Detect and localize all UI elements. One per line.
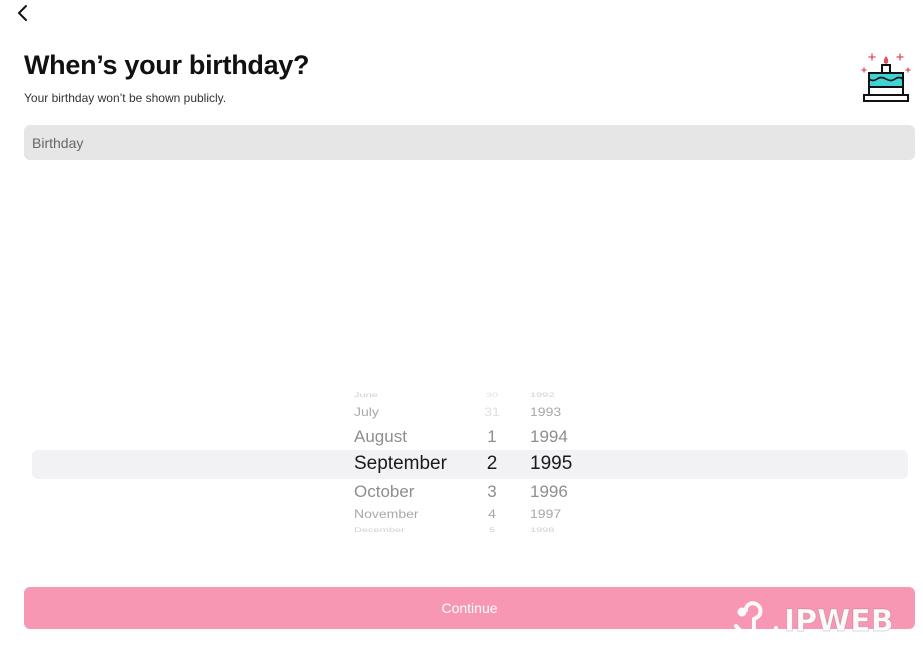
year-option[interactable]: 1992 — [530, 392, 554, 399]
birthday-cake-icon — [861, 53, 911, 102]
page-subtitle: Your birthday won’t be shown publicly. — [24, 91, 227, 105]
watermark: IPWEB — [728, 598, 894, 644]
month-option[interactable]: June — [354, 392, 378, 399]
month-option-selected[interactable]: September — [354, 454, 447, 473]
month-option[interactable]: November — [354, 508, 419, 520]
day-option[interactable]: 3 — [460, 483, 524, 500]
year-option[interactable]: 1998 — [530, 527, 554, 534]
day-option[interactable]: 31 — [460, 406, 524, 418]
day-option[interactable]: 5 — [460, 527, 524, 534]
day-option[interactable]: 30 — [460, 392, 524, 399]
month-option[interactable]: December — [354, 527, 405, 534]
date-picker[interactable]: June July August September October Novem… — [0, 380, 923, 545]
watermark-text: IPWEB — [784, 603, 895, 639]
year-option[interactable]: 1996 — [530, 483, 568, 500]
year-wheel[interactable]: 1992 1993 1994 1995 1996 1997 1998 — [520, 380, 600, 545]
month-option[interactable]: October — [354, 483, 414, 500]
month-wheel[interactable]: June July August September October Novem… — [300, 380, 460, 545]
birthday-placeholder: Birthday — [32, 134, 84, 151]
year-option[interactable]: 1993 — [530, 406, 561, 418]
page-title: When’s your birthday? — [24, 50, 310, 80]
day-wheel[interactable]: 30 31 1 2 3 4 5 — [460, 380, 520, 545]
back-button[interactable] — [8, 0, 36, 26]
year-option[interactable]: 1994 — [530, 428, 568, 445]
ipweb-logo-icon — [734, 601, 778, 640]
month-option[interactable]: August — [354, 428, 407, 445]
day-option[interactable]: 4 — [460, 508, 524, 520]
chevron-left-icon — [18, 5, 27, 21]
day-option[interactable]: 1 — [460, 428, 524, 445]
year-option[interactable]: 1997 — [530, 508, 561, 520]
year-option-selected[interactable]: 1995 — [530, 454, 572, 473]
birthday-input[interactable]: Birthday — [24, 125, 915, 160]
month-option[interactable]: July — [354, 406, 379, 418]
day-option-selected[interactable]: 2 — [460, 454, 524, 473]
